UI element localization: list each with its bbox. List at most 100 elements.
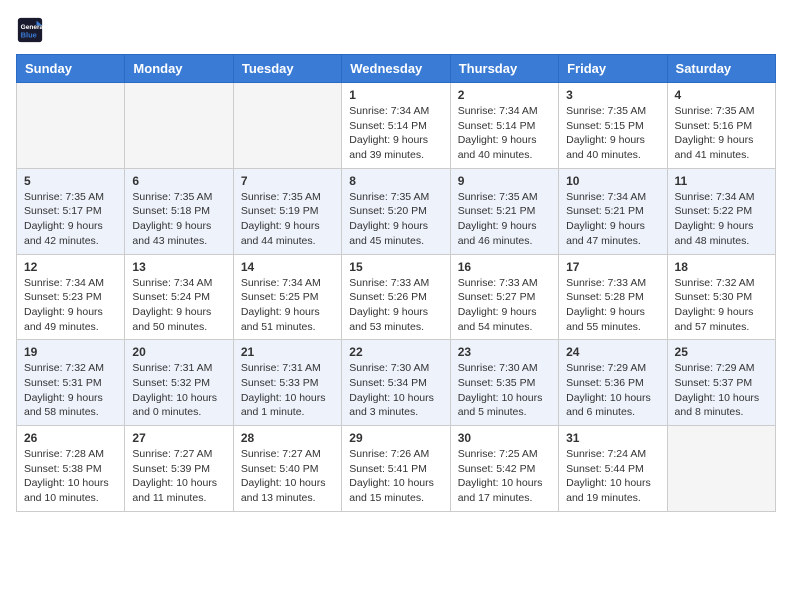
calendar-cell (667, 426, 775, 512)
day-info: Sunrise: 7:35 AM Sunset: 5:19 PM Dayligh… (241, 190, 334, 249)
day-info: Sunrise: 7:34 AM Sunset: 5:23 PM Dayligh… (24, 276, 117, 335)
day-number: 6 (132, 174, 225, 188)
svg-text:Blue: Blue (21, 30, 37, 39)
day-number: 29 (349, 431, 442, 445)
day-number: 23 (458, 345, 551, 359)
calendar-cell: 27Sunrise: 7:27 AM Sunset: 5:39 PM Dayli… (125, 426, 233, 512)
day-info: Sunrise: 7:31 AM Sunset: 5:32 PM Dayligh… (132, 361, 225, 420)
day-info: Sunrise: 7:31 AM Sunset: 5:33 PM Dayligh… (241, 361, 334, 420)
day-info: Sunrise: 7:30 AM Sunset: 5:34 PM Dayligh… (349, 361, 442, 420)
calendar-cell: 18Sunrise: 7:32 AM Sunset: 5:30 PM Dayli… (667, 254, 775, 340)
day-info: Sunrise: 7:34 AM Sunset: 5:14 PM Dayligh… (458, 104, 551, 163)
day-info: Sunrise: 7:28 AM Sunset: 5:38 PM Dayligh… (24, 447, 117, 506)
calendar-cell: 30 Sunrise: 7:25 AM Sunset: 5:42 PM Dayli… (450, 426, 558, 512)
calendar-cell: 16 Sunrise: 7:33 AM Sunset: 5:27 PM Dayli… (450, 254, 558, 340)
day-number: 20 (132, 345, 225, 359)
day-info: Sunrise: 7:34 AM Sunset: 5:24 PM Dayligh… (132, 276, 225, 335)
day-number: 1 (349, 88, 442, 102)
calendar-cell: 3 Sunrise: 7:35 AM Sunset: 5:15 PM Daylig… (559, 83, 667, 169)
calendar-cell: 11Sunrise: 7:34 AM Sunset: 5:22 PM Dayli… (667, 168, 775, 254)
day-info: Sunrise: 7:34 AM Sunset: 5:21 PM Dayligh… (566, 190, 659, 249)
day-info: Sunrise: 7:34 AM Sunset: 5:25 PM Dayligh… (241, 276, 334, 335)
day-number: 5 (24, 174, 117, 188)
calendar-cell: 19 Sunrise: 7:32 AM Sunset: 5:31 PM Dayli… (17, 340, 125, 426)
day-number: 2 (458, 88, 551, 102)
calendar-cell: 14 Sunrise: 7:34 AM Sunset: 5:25 PM Dayli… (233, 254, 341, 340)
day-number: 13 (132, 260, 225, 274)
calendar-cell: 15Sunrise: 7:33 AM Sunset: 5:26 PM Dayli… (342, 254, 450, 340)
logo-icon: General Blue (16, 16, 44, 44)
day-number: 19 (24, 345, 117, 359)
calendar-table: SundayMondayTuesdayWednesdayThursdayFrid… (16, 54, 776, 512)
day-number: 10 (566, 174, 659, 188)
weekday-header-monday: Monday (125, 55, 233, 83)
day-info: Sunrise: 7:35 AM Sunset: 5:16 PM Dayligh… (675, 104, 768, 163)
day-info: Sunrise: 7:35 AM Sunset: 5:17 PM Dayligh… (24, 190, 117, 249)
day-info: Sunrise: 7:32 AM Sunset: 5:30 PM Dayligh… (675, 276, 768, 335)
day-info: Sunrise: 7:29 AM Sunset: 5:36 PM Dayligh… (566, 361, 659, 420)
day-number: 7 (241, 174, 334, 188)
week-row-1: 1 Sunrise: 7:34 AM Sunset: 5:14 PM Daylig… (17, 83, 776, 169)
day-number: 14 (241, 260, 334, 274)
day-number: 11 (675, 174, 768, 188)
calendar-cell: 6Sunrise: 7:35 AM Sunset: 5:18 PM Daylig… (125, 168, 233, 254)
week-row-5: 26 Sunrise: 7:28 AM Sunset: 5:38 PM Dayli… (17, 426, 776, 512)
calendar-cell: 26 Sunrise: 7:28 AM Sunset: 5:38 PM Dayli… (17, 426, 125, 512)
weekday-header-saturday: Saturday (667, 55, 775, 83)
day-info: Sunrise: 7:32 AM Sunset: 5:31 PM Dayligh… (24, 361, 117, 420)
day-number: 28 (241, 431, 334, 445)
calendar-cell: 17 Sunrise: 7:33 AM Sunset: 5:28 PM Dayli… (559, 254, 667, 340)
week-row-4: 19 Sunrise: 7:32 AM Sunset: 5:31 PM Dayli… (17, 340, 776, 426)
calendar-cell: 28 Sunrise: 7:27 AM Sunset: 5:40 PM Dayli… (233, 426, 341, 512)
day-info: Sunrise: 7:33 AM Sunset: 5:28 PM Dayligh… (566, 276, 659, 335)
day-info: Sunrise: 7:27 AM Sunset: 5:40 PM Dayligh… (241, 447, 334, 506)
calendar-cell (17, 83, 125, 169)
calendar-cell: 23 Sunrise: 7:30 AM Sunset: 5:35 PM Dayli… (450, 340, 558, 426)
weekday-header-friday: Friday (559, 55, 667, 83)
day-number: 21 (241, 345, 334, 359)
day-info: Sunrise: 7:33 AM Sunset: 5:26 PM Dayligh… (349, 276, 442, 335)
day-info: Sunrise: 7:35 AM Sunset: 5:15 PM Dayligh… (566, 104, 659, 163)
calendar-cell: 13 Sunrise: 7:34 AM Sunset: 5:24 PM Dayli… (125, 254, 233, 340)
day-number: 4 (675, 88, 768, 102)
day-number: 3 (566, 88, 659, 102)
calendar-cell: 4 Sunrise: 7:35 AM Sunset: 5:16 PM Daylig… (667, 83, 775, 169)
calendar-cell (125, 83, 233, 169)
day-number: 17 (566, 260, 659, 274)
calendar-cell: 29 Sunrise: 7:26 AM Sunset: 5:41 PM Dayli… (342, 426, 450, 512)
weekday-header-sunday: Sunday (17, 55, 125, 83)
day-number: 22 (349, 345, 442, 359)
day-info: Sunrise: 7:30 AM Sunset: 5:35 PM Dayligh… (458, 361, 551, 420)
day-number: 12 (24, 260, 117, 274)
calendar-cell: 5 Sunrise: 7:35 AM Sunset: 5:17 PM Daylig… (17, 168, 125, 254)
day-info: Sunrise: 7:34 AM Sunset: 5:14 PM Dayligh… (349, 104, 442, 163)
calendar-cell: 21 Sunrise: 7:31 AM Sunset: 5:33 PM Dayli… (233, 340, 341, 426)
day-number: 9 (458, 174, 551, 188)
day-info: Sunrise: 7:26 AM Sunset: 5:41 PM Dayligh… (349, 447, 442, 506)
week-row-3: 12 Sunrise: 7:34 AM Sunset: 5:23 PM Dayli… (17, 254, 776, 340)
calendar-cell: 25Sunrise: 7:29 AM Sunset: 5:37 PM Dayli… (667, 340, 775, 426)
day-info: Sunrise: 7:25 AM Sunset: 5:42 PM Dayligh… (458, 447, 551, 506)
day-number: 30 (458, 431, 551, 445)
weekday-header-row: SundayMondayTuesdayWednesdayThursdayFrid… (17, 55, 776, 83)
day-number: 26 (24, 431, 117, 445)
calendar-cell: 31Sunrise: 7:24 AM Sunset: 5:44 PM Dayli… (559, 426, 667, 512)
page-header: General Blue (16, 16, 776, 44)
day-number: 16 (458, 260, 551, 274)
calendar-cell: 24 Sunrise: 7:29 AM Sunset: 5:36 PM Dayli… (559, 340, 667, 426)
calendar-cell: 2 Sunrise: 7:34 AM Sunset: 5:14 PM Daylig… (450, 83, 558, 169)
calendar-cell: 22 Sunrise: 7:30 AM Sunset: 5:34 PM Dayli… (342, 340, 450, 426)
day-number: 8 (349, 174, 442, 188)
calendar-cell: 12 Sunrise: 7:34 AM Sunset: 5:23 PM Dayli… (17, 254, 125, 340)
weekday-header-tuesday: Tuesday (233, 55, 341, 83)
day-info: Sunrise: 7:35 AM Sunset: 5:20 PM Dayligh… (349, 190, 442, 249)
weekday-header-wednesday: Wednesday (342, 55, 450, 83)
calendar-cell: 9 Sunrise: 7:35 AM Sunset: 5:21 PM Daylig… (450, 168, 558, 254)
day-number: 31 (566, 431, 659, 445)
day-info: Sunrise: 7:35 AM Sunset: 5:21 PM Dayligh… (458, 190, 551, 249)
calendar-cell: 8 Sunrise: 7:35 AM Sunset: 5:20 PM Daylig… (342, 168, 450, 254)
day-info: Sunrise: 7:33 AM Sunset: 5:27 PM Dayligh… (458, 276, 551, 335)
day-number: 24 (566, 345, 659, 359)
logo: General Blue (16, 16, 48, 44)
weekday-header-thursday: Thursday (450, 55, 558, 83)
